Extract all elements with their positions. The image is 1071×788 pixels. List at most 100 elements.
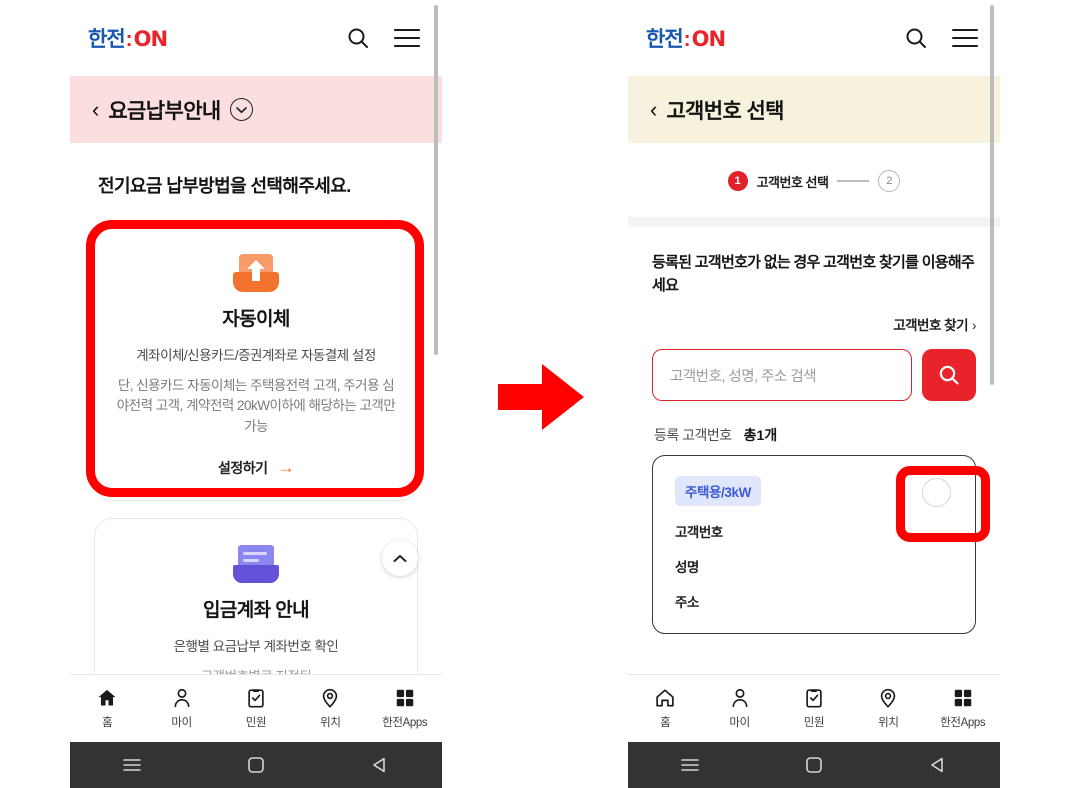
bottom-nav-right: 홈 마이 민원 위치 한전Apps [628,674,1000,742]
home-button[interactable] [206,756,306,774]
page-title-bar-right: ‹ 고객번호 선택 [628,76,1000,143]
stepper-connector [837,180,870,182]
registered-count-row: 등록 고객번호 총1개 [652,425,976,445]
location-pin-icon [323,688,338,708]
back-triangle-icon [373,757,385,773]
search-icon[interactable] [904,26,928,50]
home-button[interactable] [764,756,864,774]
right-phone-screenshot: 한전: ON ‹ 고객번호 선택 1 고객번호 선택 2 등록된 고객번호가 없는… [628,0,1000,788]
search-placeholder: 고객번호, 성명, 주소 검색 [670,368,817,385]
back-icon[interactable]: ‹ [650,98,657,121]
location-pin-icon [881,688,896,708]
nav-item-my[interactable]: 마이 [708,687,772,730]
nav-label: 민원 [245,717,267,729]
header-icons-right [904,26,978,50]
nav-item-home[interactable]: 홈 [633,687,697,730]
search-submit-button[interactable] [922,349,976,401]
nav-label: 한전Apps [940,717,986,729]
flow-arrow [494,360,588,434]
step-1-label: 고객번호 선택 [756,174,829,190]
back-triangle-icon [931,757,943,773]
right-arrow-icon [498,364,584,430]
registered-count: 총1개 [743,427,778,443]
nav-item-civil[interactable]: 민원 [224,687,288,730]
page-title: 고객번호 선택 [666,99,784,123]
status-badge: 주택용/3kW [675,476,761,506]
nav-label: 홈 [102,717,113,729]
recents-button[interactable] [640,757,740,773]
nav-item-location[interactable]: 위치 [298,687,362,730]
logo-colon: : [683,28,691,51]
nav-item-my[interactable]: 마이 [150,687,214,730]
app-header-left: 한전: ON [70,0,442,76]
nav-item-apps[interactable]: 한전Apps [373,687,437,730]
customer-field-address: 주소 [675,595,699,610]
person-icon [732,688,748,708]
page-title-bar-left: ‹ 요금납부안내 [70,76,442,143]
logo-text-on: ON [133,27,168,51]
nav-label: 마이 [729,717,750,729]
page-scrollbar[interactable] [990,5,994,385]
nav-label: 한전Apps [382,717,428,729]
page-title: 요금납부안내 [108,99,221,123]
search-icon [939,365,959,385]
logo-text-korean: 한전 [88,28,126,51]
card-title: 입금계좌 안내 [203,599,310,621]
nav-item-location[interactable]: 위치 [856,687,920,730]
home-icon [656,689,674,707]
back-button[interactable] [888,756,988,774]
person-icon [174,688,190,708]
card-subtitle: 은행별 요금납부 계좌번호 확인 [173,638,339,654]
home-square-icon [248,757,264,773]
customer-field-name: 성명 [675,560,699,575]
notice-text: 등록된 고객번호가 없는 경우 고객번호 찾기를 이용해주세요 [652,254,975,294]
step-1-number: 1 [727,171,748,191]
grid-apps-icon [396,689,413,707]
nav-label: 민원 [803,717,825,729]
collapse-toggle-button[interactable] [382,540,418,576]
app-header-right: 한전: ON [628,0,1000,76]
recents-button[interactable] [82,757,182,773]
android-system-bar-left [70,742,442,788]
chevron-right-icon: › [972,318,977,333]
customer-search-panel: 등록된 고객번호가 없는 경우 고객번호 찾기를 이용해주세요 고객번호 찾기 ›… [628,227,1000,650]
logo-colon: : [125,28,133,51]
clipboard-check-icon [248,689,264,708]
bank-account-icon [233,544,279,583]
search-row: 고객번호, 성명, 주소 검색 [652,349,976,401]
recents-icon [681,759,699,771]
hamburger-menu-icon[interactable] [952,29,978,47]
nav-item-home[interactable]: 홈 [75,687,139,730]
grid-apps-icon [954,689,971,707]
registered-label: 등록 고객번호 [654,427,732,443]
nav-item-civil[interactable]: 민원 [782,687,846,730]
nav-label: 위치 [320,717,341,729]
find-customer-number-link[interactable]: 고객번호 찾기 › [652,314,976,334]
highlight-box-radio-select [896,466,990,542]
recents-icon [123,759,141,771]
nav-label: 마이 [171,717,192,729]
search-input[interactable]: 고객번호, 성명, 주소 검색 [652,349,912,401]
nav-label: 홈 [660,717,671,729]
header-icons-left [346,26,420,50]
chevron-up-icon [393,554,407,562]
back-button[interactable] [330,756,430,774]
chevron-down-circle-icon[interactable] [229,98,253,121]
hamburger-menu-icon[interactable] [394,29,420,47]
nav-label: 위치 [878,717,899,729]
page-scrollbar[interactable] [434,5,438,355]
hanjeon-on-logo[interactable]: 한전: ON [88,26,168,51]
home-square-icon [806,757,822,773]
payment-card-bank-account[interactable]: 입금계좌 안내 은행별 요금납부 계좌번호 확인 고객번호별로 지정된 [94,517,418,698]
logo-text-on: ON [691,27,726,51]
clipboard-check-icon [806,689,822,708]
android-system-bar-right [628,742,1000,788]
back-icon[interactable]: ‹ [92,98,99,121]
bottom-nav-left: 홈 마이 민원 위치 한전Apps [70,674,442,742]
stepper: 1 고객번호 선택 2 [628,143,1000,217]
logo-text-korean: 한전 [646,28,684,51]
hanjeon-on-logo[interactable]: 한전: ON [646,26,726,51]
nav-item-apps[interactable]: 한전Apps [931,687,995,730]
right-phone-content: 등록된 고객번호가 없는 경우 고객번호 찾기를 이용해주세요 고객번호 찾기 ›… [628,217,1000,650]
search-icon[interactable] [346,26,370,50]
